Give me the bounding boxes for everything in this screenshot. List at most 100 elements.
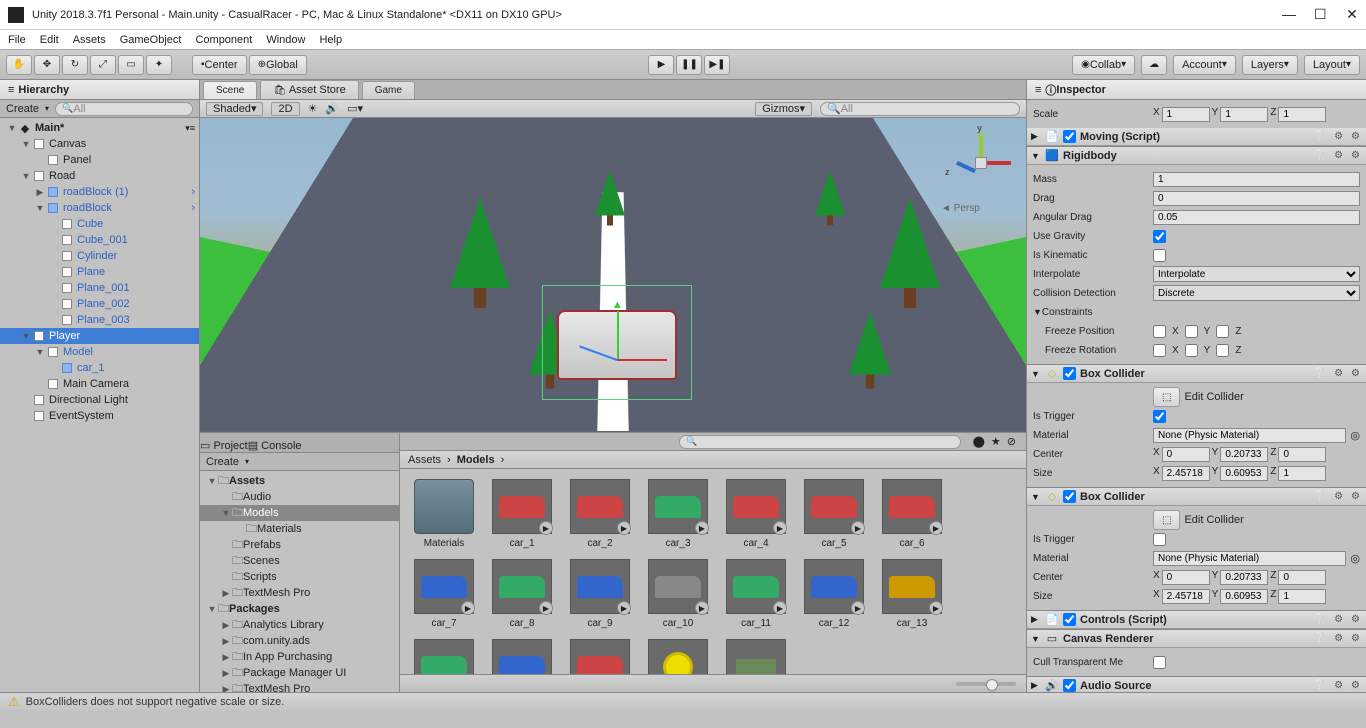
asset-item[interactable]: ▶car_6 (878, 479, 946, 549)
hierarchy-item[interactable]: Main Camera (0, 376, 199, 392)
hierarchy-item[interactable]: EventSystem (0, 408, 199, 424)
menu-component[interactable]: Component (195, 34, 252, 46)
component-canvas-renderer[interactable]: ▼▭Canvas Renderer❔⚙⚙ (1027, 630, 1366, 648)
breadcrumb-item[interactable]: Assets (408, 454, 441, 466)
scale-z[interactable] (1278, 107, 1326, 122)
thumbnail-size-slider[interactable] (956, 682, 1016, 686)
hierarchy-search[interactable]: 🔍All (55, 102, 193, 116)
folder[interactable]: ▶🗀 In App Purchasing (200, 649, 399, 665)
hand-tool[interactable]: ✋ (6, 55, 32, 75)
folder[interactable]: ▶🗀 TextMesh Pro (200, 681, 399, 692)
asset-item[interactable]: ▶car_3 (644, 479, 712, 549)
folder[interactable]: ▶🗀 com.unity.ads (200, 633, 399, 649)
edit-collider-button[interactable]: ⬚ (1153, 510, 1180, 530)
material-field[interactable] (1153, 428, 1346, 443)
asset-item[interactable]: ▶roadBlock (722, 639, 790, 674)
inspector-tab[interactable]: ⓘ Inspector (1027, 80, 1366, 100)
collab-dropdown[interactable]: ◉ Collab ▾ (1072, 55, 1135, 75)
filter-icon[interactable]: ★ (991, 435, 1001, 448)
interpolate-dropdown[interactable]: Interpolate (1153, 266, 1360, 282)
menu-help[interactable]: Help (319, 34, 342, 46)
angular-drag-field[interactable] (1153, 210, 1360, 225)
collision-dropdown[interactable]: Discrete (1153, 285, 1360, 301)
shading-dropdown[interactable]: Shaded ▾ (206, 102, 263, 116)
folder[interactable]: ▶🗀 Analytics Library (200, 617, 399, 633)
folder[interactable]: 🗀 Scripts (200, 569, 399, 585)
menu-window[interactable]: Window (266, 34, 305, 46)
tab-scene[interactable]: Scene (203, 81, 257, 99)
tab-console[interactable]: ▤ Console (248, 439, 302, 452)
asset-item[interactable]: ▶car_14 (410, 639, 478, 674)
view-gizmo[interactable]: y z (951, 133, 1011, 193)
component-box-collider-2[interactable]: ▼◇Box Collider❔⚙⚙ (1027, 488, 1366, 506)
hierarchy-item[interactable]: ▶roadBlock (1)› (0, 184, 199, 200)
tab-project[interactable]: ▭ Project (200, 439, 248, 452)
audio-icon[interactable]: 🔊 (325, 102, 339, 115)
folder[interactable]: 🗀 Materials (200, 521, 399, 537)
help-icon[interactable]: ❔ (1312, 131, 1328, 142)
mass-field[interactable] (1153, 172, 1360, 187)
move-tool[interactable]: ✥ (34, 55, 60, 75)
asset-item[interactable]: ▶coin (644, 639, 712, 674)
2d-toggle[interactable]: 2D (271, 102, 299, 116)
folder[interactable]: ▶🗀 TextMesh Pro (200, 585, 399, 601)
menu-file[interactable]: File (8, 34, 26, 46)
hierarchy-item-player[interactable]: ▼Player (0, 328, 199, 344)
maximize-button[interactable]: ☐ (1314, 6, 1326, 23)
folder[interactable]: 🗀 Audio (200, 489, 399, 505)
component-rigidbody[interactable]: ▼🟦Rigidbody❔⚙⚙ (1027, 147, 1366, 165)
scale-y[interactable] (1220, 107, 1268, 122)
hierarchy-item[interactable]: Directional Light (0, 392, 199, 408)
layout-dropdown[interactable]: Layout ▾ (1304, 55, 1360, 75)
asset-item[interactable]: ▶car_13 (878, 559, 946, 629)
menu-icon[interactable]: ⚙ (1349, 131, 1362, 142)
is-kinematic-check[interactable] (1153, 249, 1166, 262)
scale-x[interactable] (1162, 107, 1210, 122)
rect-tool[interactable]: ▭ (118, 55, 144, 75)
folder[interactable]: ▼🗀 Packages (200, 601, 399, 617)
filter-icon[interactable]: ⊘ (1007, 435, 1016, 448)
folder[interactable]: ▶🗀 Package Manager UI (200, 665, 399, 681)
minimize-button[interactable]: — (1282, 6, 1294, 23)
transform-tool[interactable]: ✦ (146, 55, 172, 75)
asset-item[interactable]: ▶car_11 (722, 559, 790, 629)
hierarchy-item[interactable]: ▼Road (0, 168, 199, 184)
close-button[interactable]: ✕ (1346, 6, 1358, 23)
asset-item[interactable]: ▶car_5 (800, 479, 868, 549)
lighting-icon[interactable]: ☀ (308, 102, 318, 115)
hierarchy-item[interactable]: Cylinder (0, 248, 199, 264)
account-dropdown[interactable]: Account ▾ (1173, 55, 1236, 75)
preset-icon[interactable]: ⚙ (1332, 131, 1345, 142)
asset-item[interactable]: ▶car_1 (488, 479, 556, 549)
is-trigger-check[interactable] (1153, 410, 1166, 423)
asset-item[interactable]: ▶car_16 (566, 639, 634, 674)
cloud-button[interactable]: ☁ (1141, 55, 1167, 75)
asset-item[interactable]: ▶car_2 (566, 479, 634, 549)
folder[interactable]: 🗀 Prefabs (200, 537, 399, 553)
scene-search[interactable]: 🔍All (820, 102, 1020, 116)
local-global-toggle[interactable]: ⊕ Global (249, 55, 307, 75)
project-search[interactable]: 🔍 (679, 435, 960, 449)
hierarchy-item[interactable]: Plane_001 (0, 280, 199, 296)
breadcrumb-item[interactable]: Models (457, 454, 495, 466)
hierarchy-create[interactable]: Create (6, 103, 39, 115)
pivot-center-toggle[interactable]: ▪ Center (192, 55, 247, 75)
hierarchy-item[interactable]: car_1 (0, 360, 199, 376)
folder-models[interactable]: ▼🗀 Models (200, 505, 399, 521)
asset-item[interactable]: ▶car_12 (800, 559, 868, 629)
hierarchy-item[interactable]: Panel (0, 152, 199, 168)
object-picker-icon[interactable]: ◎ (1350, 429, 1360, 442)
menu-edit[interactable]: Edit (40, 34, 59, 46)
hierarchy-item[interactable]: Plane (0, 264, 199, 280)
folder[interactable]: ▼🗀 Assets (200, 473, 399, 489)
hierarchy-item[interactable]: ▼Canvas (0, 136, 199, 152)
gizmos-dropdown[interactable]: Gizmos ▾ (755, 102, 812, 116)
scale-tool[interactable]: ⤢ (90, 55, 116, 75)
asset-item[interactable]: ▶car_4 (722, 479, 790, 549)
tab-asset-store[interactable]: 🛍 Asset Store (260, 80, 358, 99)
hierarchy-item[interactable]: Cube_001 (0, 232, 199, 248)
hierarchy-tab[interactable]: Hierarchy (0, 80, 199, 100)
drag-field[interactable] (1153, 191, 1360, 206)
component-moving[interactable]: ▶📄Moving (Script)❔⚙⚙ (1027, 128, 1366, 146)
rotate-tool[interactable]: ↻ (62, 55, 88, 75)
